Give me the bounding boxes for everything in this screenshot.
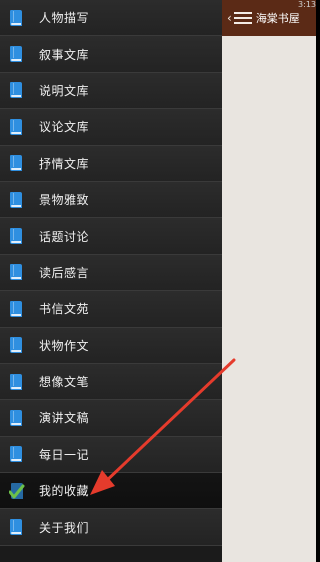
menu-item-label: 想像文笔 xyxy=(39,375,90,390)
menu-item[interactable]: 演讲文稿 xyxy=(0,400,222,437)
hamburger-menu-icon[interactable] xyxy=(233,12,252,24)
menu-item-label: 景物雅致 xyxy=(39,193,90,208)
menu-item[interactable]: 说明文库 xyxy=(0,72,222,110)
book-icon xyxy=(9,373,23,391)
back-chevron-icon[interactable]: ‹ xyxy=(227,12,232,24)
menu-item[interactable]: 读后感言 xyxy=(0,254,222,292)
menu-item-label: 话题讨论 xyxy=(39,229,90,244)
menu-item[interactable]: 想像文笔 xyxy=(0,363,222,401)
book-icon xyxy=(9,227,23,245)
menu-item-label: 我的收藏 xyxy=(39,484,90,499)
main-content: ‹ 海棠书屋 3:13 xyxy=(222,0,316,562)
status-time: 3:13 xyxy=(298,0,316,9)
book-icon xyxy=(9,81,23,99)
menu-item[interactable]: 关于我们 xyxy=(0,509,222,546)
menu-item[interactable]: 议论文库 xyxy=(0,109,222,146)
menu-item-label: 书信文苑 xyxy=(39,302,90,317)
menu-list: 人物描写叙事文库说明文库议论文库抒情文库景物雅致话题讨论读后感言书信文苑状物作文… xyxy=(0,0,222,546)
menu-item[interactable]: 书信文苑 xyxy=(0,291,222,328)
menu-item-label: 每日一记 xyxy=(39,447,90,462)
menu-item[interactable]: 状物作文 xyxy=(0,327,222,364)
menu-item-label: 读后感言 xyxy=(39,265,90,280)
book-icon xyxy=(9,409,23,427)
menu-item[interactable]: 我的收藏 xyxy=(0,473,222,510)
book-icon xyxy=(9,45,23,63)
book-icon xyxy=(9,300,23,318)
book-icon xyxy=(9,263,23,281)
menu-item-label: 叙事文库 xyxy=(39,47,90,62)
menu-item-label: 说明文库 xyxy=(39,83,90,98)
menu-item[interactable]: 抒情文库 xyxy=(0,145,222,182)
book-icon xyxy=(9,9,23,27)
menu-item-label: 抒情文库 xyxy=(39,156,90,171)
menu-item-label: 演讲文稿 xyxy=(39,411,90,426)
menu-item[interactable]: 景物雅致 xyxy=(0,181,222,219)
menu-item-label: 人物描写 xyxy=(39,11,90,26)
app-title: 海棠书屋 xyxy=(255,12,300,25)
book-icon xyxy=(9,154,23,172)
navigation-drawer: 人物描写叙事文库说明文库议论文库抒情文库景物雅致话题讨论读后感言书信文苑状物作文… xyxy=(0,0,222,562)
book-icon xyxy=(9,336,23,354)
menu-item[interactable]: 叙事文库 xyxy=(0,36,222,73)
screen: ‹ 海棠书屋 3:13 人物描写叙事文库说明文库议论文库抒情文库景物雅致话题讨论… xyxy=(0,0,316,562)
book-icon xyxy=(9,191,23,209)
menu-item[interactable]: 话题讨论 xyxy=(0,218,222,255)
check-book-icon xyxy=(9,482,25,500)
menu-item[interactable]: 每日一记 xyxy=(0,436,222,474)
menu-item-label: 关于我们 xyxy=(39,520,90,535)
menu-item-label: 状物作文 xyxy=(39,338,90,353)
book-icon xyxy=(9,118,23,136)
menu-item-label: 议论文库 xyxy=(39,120,90,135)
menu-item[interactable]: 人物描写 xyxy=(0,0,222,37)
book-icon xyxy=(9,445,23,463)
book-icon xyxy=(9,518,23,536)
